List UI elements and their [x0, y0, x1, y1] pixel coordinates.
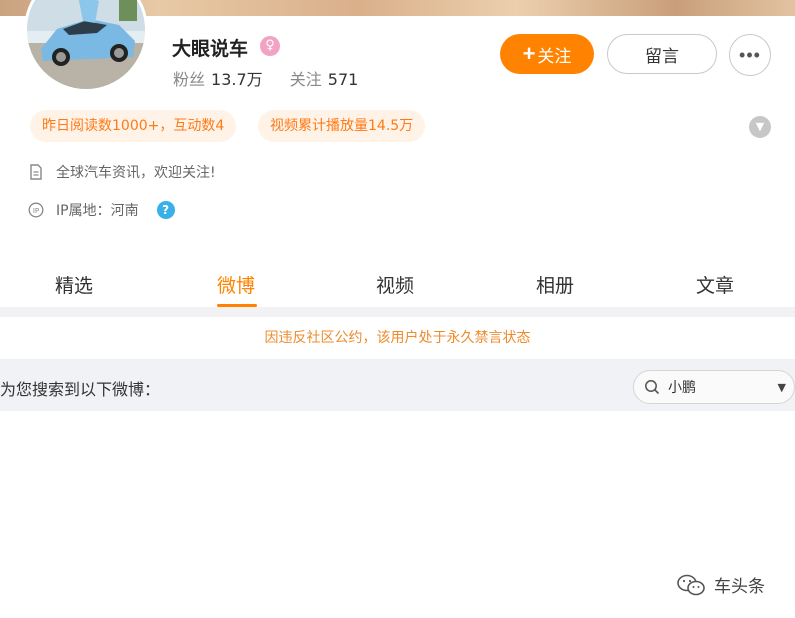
following-stat[interactable]: 关注 571: [290, 70, 359, 89]
ip-row: IP IP属地：河南 ?: [28, 200, 175, 220]
fans-label: 粉丝: [173, 70, 206, 89]
search-input[interactable]: 小鹏 ▼: [633, 370, 795, 404]
car-photo: [27, 0, 145, 89]
fans-count: 13.7万: [211, 70, 263, 89]
ban-notice: 因违反社区公约，该用户处于永久禁言状态: [264, 330, 531, 346]
message-button[interactable]: 留言: [607, 34, 717, 74]
plus-icon: +: [522, 41, 536, 66]
reading-stats-badge: 昨日阅读数1000+，互动数4: [30, 110, 237, 142]
follow-button[interactable]: + 关注: [500, 34, 594, 74]
document-icon: [28, 164, 44, 180]
watermark: 车头条: [676, 572, 765, 597]
following-label: 关注: [289, 70, 322, 89]
avatar[interactable]: [24, 0, 148, 92]
profile-name: 大眼说车: [172, 38, 249, 60]
search-bar: 为您搜索到以下微博： 小鹏 ▼: [0, 359, 795, 411]
dropdown-caret-icon[interactable]: ▼: [778, 381, 786, 394]
following-count: 571: [327, 70, 359, 89]
follow-label: 关注: [537, 46, 572, 66]
video-plays-badge: 视频累计播放量14.5万: [258, 110, 426, 142]
ip-location-icon: IP: [28, 202, 44, 218]
profile-stats: 粉丝 13.7万 关注 571: [173, 66, 380, 90]
fans-stat[interactable]: 粉丝 13.7万: [173, 70, 268, 89]
tab-articles[interactable]: 文章: [696, 271, 734, 298]
tab-albums[interactable]: 相册: [536, 271, 574, 298]
search-result-text: 为您搜索到以下微博：: [0, 380, 161, 399]
profile-tabs: 精选 微博 视频 相册 文章: [0, 255, 795, 307]
section-divider: [0, 307, 795, 317]
tab-videos[interactable]: 视频: [376, 271, 414, 298]
bio-text: 全球汽车资讯，欢迎关注!: [56, 165, 216, 181]
profile-page: 大眼说车 ♀ 粉丝 13.7万 关注 571 + 关注 留言 ••• 昨日阅读数100…: [0, 0, 795, 618]
ip-location-text: IP属地：河南: [56, 203, 139, 219]
expand-chevron-icon[interactable]: ▼: [749, 116, 771, 138]
svg-text:IP: IP: [33, 207, 39, 215]
more-options-button[interactable]: •••: [729, 34, 771, 76]
watermark-text: 车头条: [714, 577, 765, 597]
female-gender-icon: ♀: [260, 36, 280, 56]
search-query: 小鹏: [668, 380, 696, 396]
help-icon[interactable]: ?: [156, 201, 175, 219]
search-icon: [644, 379, 660, 395]
tab-featured[interactable]: 精选: [55, 271, 93, 298]
wechat-logo-icon: [676, 573, 706, 597]
bio-row: 全球汽车资讯，欢迎关注!: [28, 162, 216, 182]
tab-weibo[interactable]: 微博: [217, 271, 255, 298]
